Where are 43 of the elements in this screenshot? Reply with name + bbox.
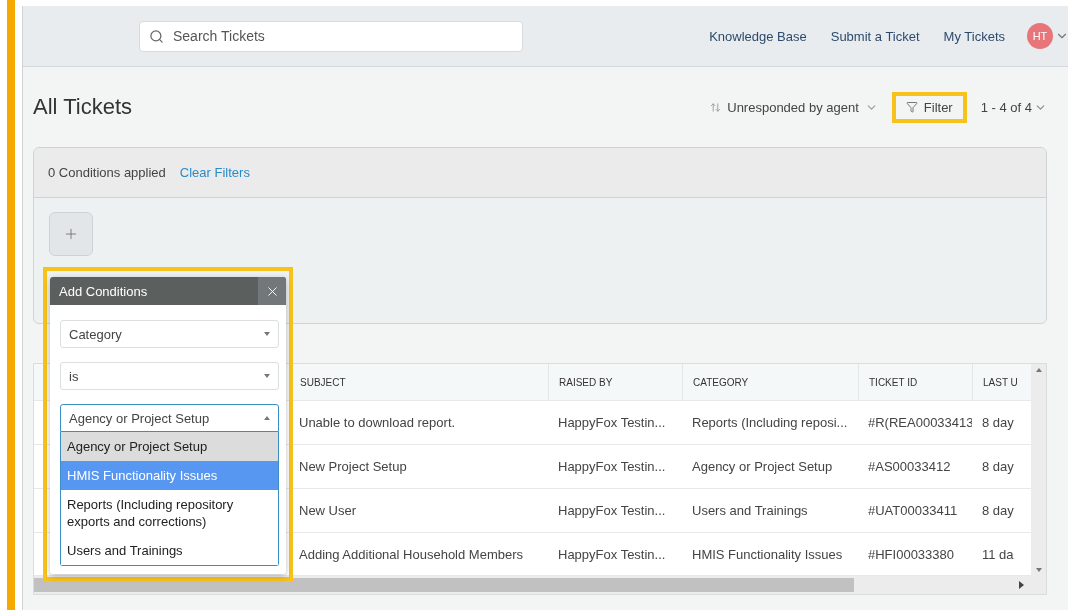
table-cell-text: HMIS Functionality Issues: [691, 545, 844, 564]
table-cell-text: 8 day: [981, 414, 1015, 432]
table-cell-text: #AS00033412: [867, 458, 952, 476]
field-select[interactable]: Category: [60, 320, 279, 348]
sort-dropdown[interactable]: Unresponded by agent: [710, 99, 878, 115]
pagination-dropdown[interactable]: 1 - 4 of 4: [980, 99, 1047, 115]
table-cell-text: #HFI00033380: [867, 545, 955, 564]
popup-title: Add Conditions: [58, 283, 149, 299]
column-header[interactable]: CATEGORY: [682, 364, 858, 400]
conditions-summary: 0 Conditions applied: [48, 165, 166, 180]
table-cell-text: Reports (Including reposi...: [691, 414, 849, 432]
nav-link[interactable]: Knowledge Base: [709, 28, 807, 44]
operator-select[interactable]: is: [60, 362, 279, 390]
table-cell-text: Users and Trainings: [691, 502, 809, 520]
add-condition-button[interactable]: [49, 212, 93, 256]
vertical-scrollbar[interactable]: [1031, 364, 1046, 576]
table-cell-text: Adding Additional Household Members: [298, 545, 525, 564]
table-cell-text: HappyFox Testin...: [557, 458, 667, 476]
dropdown-option[interactable]: Agency or Project Setup: [61, 432, 278, 461]
table-cell-text: New User: [298, 502, 358, 520]
filter-button[interactable]: Filter: [891, 91, 967, 123]
table-cell-text: HappyFox Testin...: [557, 502, 667, 520]
table-cell-text: New Project Setup: [298, 458, 408, 476]
table-cell-text: #UAT00033411: [867, 502, 959, 520]
table-cell-text: HappyFox Testin...: [557, 545, 667, 564]
sort-icon: [710, 101, 722, 113]
nav-link[interactable]: Submit a Ticket: [830, 28, 920, 44]
horizontal-scrollbar[interactable]: [34, 576, 1046, 594]
filter-icon: [905, 101, 918, 113]
nav-link[interactable]: My Tickets: [943, 28, 1005, 44]
table-cell-text: 8 day: [981, 502, 1015, 520]
column-header[interactable]: TICKET ID: [858, 364, 972, 400]
table-cell-text: HappyFox Testin...: [557, 414, 667, 432]
column-header[interactable]: RAISED BY: [548, 364, 682, 400]
table-cell-text: 8 day: [981, 458, 1015, 476]
plus-icon: [63, 226, 79, 242]
table-cell-text: 11 da: [981, 545, 1015, 564]
column-header[interactable]: SUBJECT: [289, 364, 548, 400]
page-title: All Tickets: [33, 94, 133, 120]
search-field[interactable]: Search Tickets: [139, 20, 523, 52]
table-cell-text: Unable to download report.: [298, 414, 457, 432]
close-button[interactable]: [258, 277, 286, 305]
table-cell-text: Agency or Project Setup: [691, 458, 834, 476]
